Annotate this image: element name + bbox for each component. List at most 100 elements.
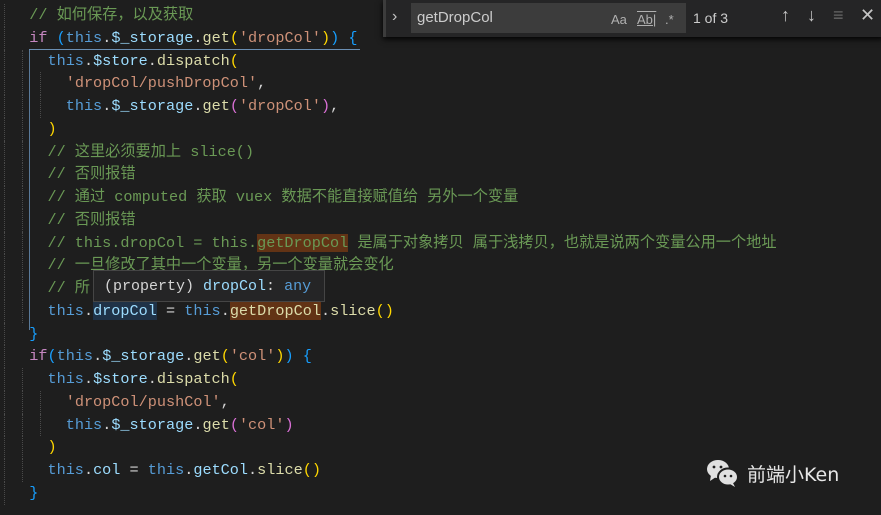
indent-guide <box>22 49 24 73</box>
find-in-selection-icon[interactable]: ≡ <box>833 5 844 26</box>
indent-guide <box>22 231 24 255</box>
code-line[interactable]: if(this.$_storage.get('col')) { <box>29 345 312 368</box>
code-token: ( <box>220 347 230 366</box>
code-line[interactable]: } <box>29 482 38 505</box>
indent-guide <box>22 117 24 141</box>
code-token: this <box>47 461 84 480</box>
code-line[interactable]: // this.dropCol = this.getDropCol 是属于对象拷… <box>47 232 777 255</box>
match-case-icon[interactable]: Aa <box>611 12 627 27</box>
code-token: // this.dropCol = this. <box>47 233 258 252</box>
code-token: . <box>83 301 94 320</box>
code-token: $_storage <box>111 415 194 434</box>
arrow-up-icon[interactable]: ↑ <box>781 5 790 26</box>
indent-guide <box>22 95 24 118</box>
indent-guide <box>4 322 5 346</box>
arrow-down-icon[interactable]: ↓ <box>807 5 816 26</box>
code-token: . <box>147 51 157 70</box>
code-line[interactable]: // 这里必须要加上 slice() <box>47 141 254 164</box>
code-token: 'col' <box>229 347 276 366</box>
code-token: getCol <box>193 461 249 480</box>
code-line[interactable]: 'dropCol/pushCol', <box>66 391 230 414</box>
code-line[interactable]: if (this.$_storage.get('dropCol')) { <box>29 27 357 50</box>
result-count: 1 of 3 <box>693 10 729 26</box>
code-line[interactable]: this.$store.dispatch( <box>47 368 238 391</box>
indent-guide <box>22 390 24 414</box>
indent-guide <box>22 459 24 482</box>
code-line[interactable]: this.$_storage.get('col') <box>66 414 294 437</box>
code-line[interactable]: this.col = this.getCol.slice() <box>47 459 321 482</box>
indent-guide <box>22 254 24 278</box>
code-token: $store <box>93 370 148 389</box>
code-line[interactable]: // 所 <box>47 277 90 300</box>
code-token: get <box>202 415 230 434</box>
code-token: { <box>302 347 312 366</box>
code-token: ) <box>320 97 331 116</box>
code-line[interactable]: // 否则报错 <box>47 163 135 186</box>
code-token: this <box>65 28 103 47</box>
indent-guide <box>4 254 5 278</box>
code-token: ( <box>229 415 239 434</box>
find-input[interactable]: getDropCol Aa Ab| .* <box>411 3 686 33</box>
code-token: , <box>257 74 267 93</box>
code-token: 'dropCol/pushDropCol' <box>65 74 258 93</box>
watermark: 前端小Ken <box>705 458 839 488</box>
code-token: if <box>29 347 48 366</box>
tooltip-kind: (property) <box>104 278 195 295</box>
code-line[interactable]: } <box>29 323 38 346</box>
code-token: . <box>102 28 112 47</box>
code-line[interactable]: // 通过 computed 获取 vuex 数据不能直接赋值给 另外一个变量 <box>47 186 518 209</box>
code-token: . <box>93 347 103 366</box>
code-token: . <box>220 301 230 320</box>
code-line[interactable]: // 否则报错 <box>47 209 135 232</box>
code-token: ) <box>275 347 285 366</box>
code-editor[interactable]: // 如何保存，以及获取 if (this.$_storage.get('drop… <box>0 0 881 515</box>
code-token: ( <box>229 28 239 47</box>
whole-word-icon[interactable]: Ab| <box>637 12 656 27</box>
code-line[interactable]: ) <box>47 436 56 459</box>
indent-guide <box>4 208 5 232</box>
indent-guide <box>4 299 5 323</box>
code-token: { <box>348 28 358 47</box>
code-line[interactable]: 'dropCol/pushDropCol', <box>66 72 267 95</box>
code-line[interactable]: // 如何保存，以及获取 <box>29 4 193 27</box>
indent-guide <box>4 26 5 50</box>
tooltip-type: any <box>284 278 312 295</box>
code-token: ) <box>284 347 294 366</box>
code-line[interactable]: this.dropCol = this.getDropCol.slice() <box>47 300 394 323</box>
code-token: this <box>147 461 185 480</box>
code-token: this <box>47 370 84 389</box>
chevron-right-icon[interactable]: › <box>392 8 397 26</box>
indent-guide <box>22 208 24 232</box>
code-token: ) <box>47 119 57 138</box>
active-indent-guide <box>29 49 30 330</box>
code-token: this <box>65 97 103 116</box>
find-input-value[interactable]: getDropCol <box>417 9 493 26</box>
indent-guide <box>4 231 5 255</box>
code-token: . <box>83 370 94 389</box>
wechat-icon <box>707 460 739 487</box>
code-token: . <box>184 461 194 480</box>
tooltip-name: dropCol <box>203 278 267 295</box>
code-token: 'col' <box>238 415 285 434</box>
code-token: , <box>330 97 340 116</box>
code-line[interactable]: this.$_storage.get('dropCol'), <box>66 95 340 118</box>
code-token: dispatch <box>156 370 230 389</box>
close-icon[interactable]: ✕ <box>860 5 875 26</box>
indent-guide <box>4 481 5 505</box>
code-token: $_storage <box>111 97 194 116</box>
indent-guide <box>4 277 5 300</box>
code-token: // 这里必须要加上 slice() <box>47 142 255 161</box>
code-token: } <box>29 483 39 502</box>
code-line[interactable]: ) <box>47 118 56 141</box>
code-token: // 否则报错 <box>47 210 136 229</box>
indent-guide <box>4 72 5 96</box>
code-token: this <box>65 415 103 434</box>
code-line[interactable]: this.$store.dispatch( <box>47 50 238 73</box>
indent-guide <box>4 186 5 209</box>
regex-icon[interactable]: .* <box>665 12 674 27</box>
code-token: 是属于对象拷贝 属于浅拷贝，也就是说两个变量公用一个地址 <box>348 233 777 252</box>
code-token: ) <box>284 415 294 434</box>
code-token: $_storage <box>102 347 185 366</box>
